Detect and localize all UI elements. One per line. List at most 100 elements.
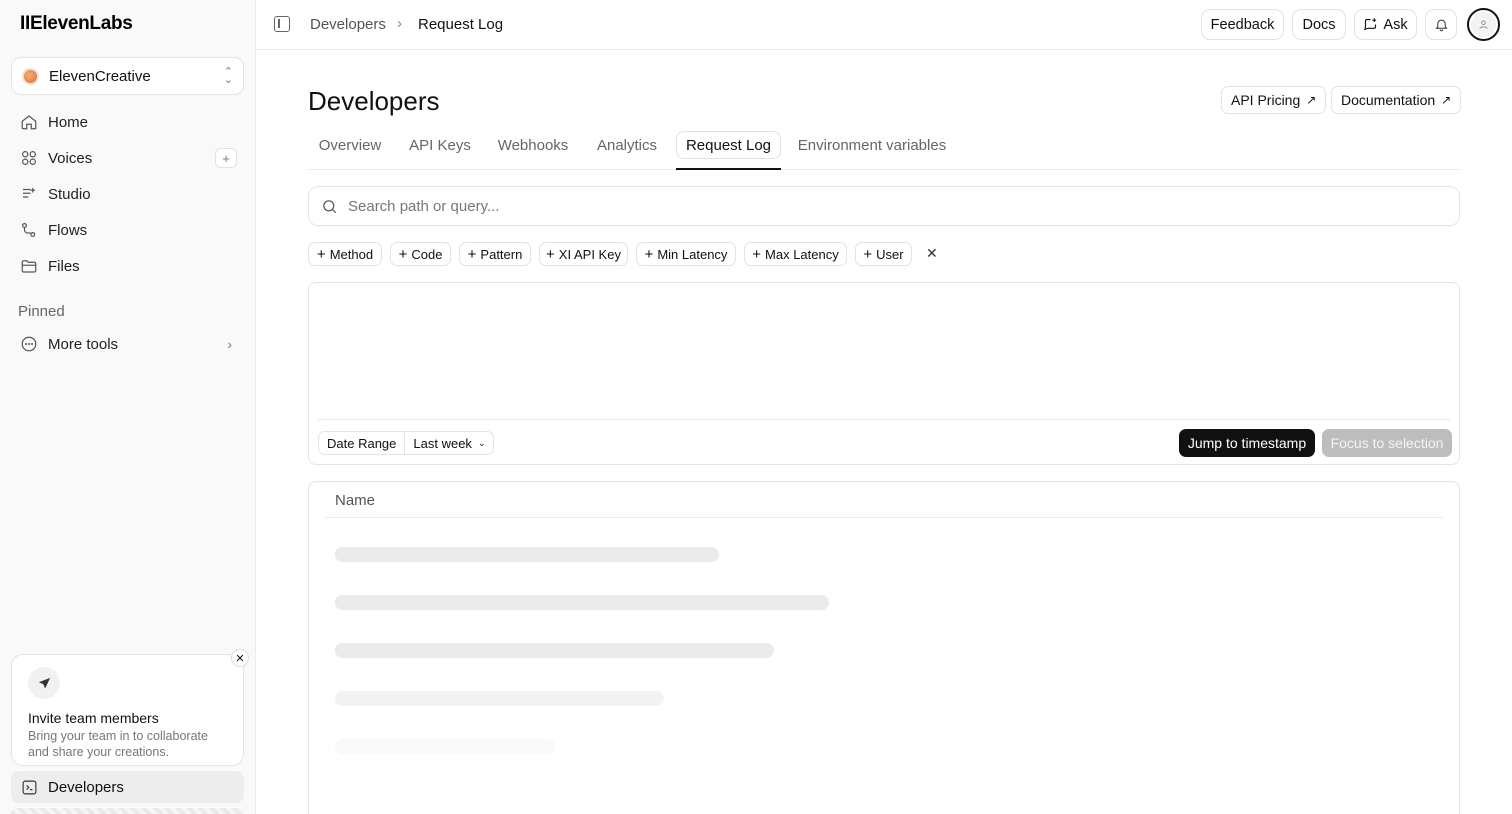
- filter-pattern-button[interactable]: + Pattern: [459, 242, 531, 266]
- tab-request-log[interactable]: Request Log: [676, 131, 781, 159]
- plus-icon: +: [863, 245, 873, 263]
- documentation-button[interactable]: Documentation ↗: [1331, 86, 1462, 114]
- tab-webhooks[interactable]: Webhooks: [488, 131, 578, 159]
- table-header-divider: [325, 517, 1443, 518]
- filter-label: Code: [411, 246, 443, 262]
- sidebar-item-home[interactable]: Home: [11, 104, 244, 140]
- request-table: Name: [308, 481, 1460, 814]
- user-icon: [1471, 12, 1496, 37]
- filter-xi-api-key-button[interactable]: + XI API Key: [539, 242, 628, 266]
- sidebar-item-voices[interactable]: Voices +: [11, 140, 244, 176]
- jump-to-timestamp-button[interactable]: Jump to timestamp: [1179, 429, 1315, 457]
- sidebar-item-studio[interactable]: Studio: [11, 176, 244, 212]
- skeleton-row: [335, 739, 555, 754]
- skeleton-row: [335, 547, 719, 562]
- voices-icon: [22, 151, 36, 165]
- skeleton-row: [335, 691, 664, 706]
- filter-method-button[interactable]: + Method: [308, 242, 382, 266]
- column-header-name[interactable]: Name: [335, 492, 375, 509]
- sidebar-toggle-icon[interactable]: [274, 16, 290, 32]
- sidebar-item-label: Studio: [48, 185, 91, 203]
- filter-label: Min Latency: [657, 246, 728, 262]
- ask-label: Ask: [1383, 16, 1408, 33]
- sidebar-item-label: Developers: [48, 778, 124, 796]
- home-icon: [21, 115, 37, 130]
- send-icon: [28, 667, 60, 699]
- tab-bar: Overview API Keys Webhooks Analytics Req…: [308, 131, 1460, 170]
- topbar: Developers › Request Log Feedback Docs A…: [256, 0, 1512, 50]
- chevron-updown-icon: ⌃ ⌄: [223, 66, 233, 86]
- sidebar-item-label: Voices: [48, 149, 93, 167]
- sidebar-item-label: Flows: [48, 221, 88, 239]
- skeleton-row: [335, 595, 829, 610]
- active-tab-indicator: [676, 168, 781, 170]
- sidebar-item-label: More tools: [48, 335, 119, 353]
- sidebar: IIElevenLabs ElevenCreative ⌃ ⌄ Home Voic…: [0, 0, 256, 814]
- chevron-down-icon: ⌄: [477, 437, 486, 448]
- tab-api-keys[interactable]: API Keys: [400, 131, 480, 159]
- pinned-heading: Pinned: [18, 303, 65, 320]
- add-voice-button[interactable]: +: [215, 148, 237, 168]
- date-range-value-text: Last week: [413, 435, 472, 451]
- page-title: Developers: [308, 86, 440, 116]
- more-tools-section: More tools ›: [11, 326, 244, 362]
- sidebar-item-developers[interactable]: Developers: [11, 771, 244, 803]
- filter-label: Pattern: [480, 246, 523, 262]
- invite-description: Bring your team in to collaborate and sh…: [28, 729, 208, 759]
- breadcrumb-separator-icon: ›: [397, 15, 402, 32]
- filter-min-latency-button[interactable]: + Min Latency: [636, 242, 736, 266]
- filter-label: Method: [329, 246, 374, 262]
- developers-icon: [22, 780, 37, 794]
- flows-icon: [22, 223, 36, 237]
- plus-icon: +: [644, 245, 654, 263]
- date-range-value[interactable]: Last week ⌄: [405, 436, 493, 451]
- filter-max-latency-button[interactable]: + Max Latency: [744, 242, 847, 266]
- bell-icon: [1434, 19, 1448, 32]
- tab-analytics[interactable]: Analytics: [586, 131, 668, 159]
- plus-icon: +: [398, 245, 408, 263]
- notifications-button[interactable]: [1425, 9, 1457, 40]
- sidebar-item-label: Home: [48, 113, 89, 131]
- search-input[interactable]: [348, 197, 1447, 215]
- docs-button[interactable]: Docs: [1292, 9, 1346, 40]
- external-link-icon: ↗: [1441, 93, 1452, 107]
- sidebar-item-files[interactable]: Files: [11, 248, 244, 284]
- elevenlabs-logo[interactable]: IIElevenLabs: [20, 13, 133, 35]
- chart-divider: [318, 419, 1450, 420]
- sidebar-item-label: Files: [48, 257, 80, 275]
- sidebar-item-flows[interactable]: Flows: [11, 212, 244, 248]
- filter-label: Max Latency: [765, 246, 839, 262]
- workspace-switcher[interactable]: ElevenCreative ⌃ ⌄: [11, 57, 244, 95]
- plus-icon: +: [467, 245, 477, 263]
- sidebar-footer-stripe: [11, 808, 244, 814]
- plus-icon: +: [752, 245, 762, 263]
- api-pricing-label: API Pricing: [1231, 92, 1301, 108]
- date-range-select[interactable]: Date Range Last week ⌄: [318, 431, 495, 455]
- skeleton-row: [335, 643, 774, 658]
- filter-code-button[interactable]: + Code: [390, 242, 451, 266]
- folder-icon: [21, 260, 37, 273]
- api-pricing-button[interactable]: API Pricing ↗: [1221, 86, 1327, 114]
- filter-user-button[interactable]: + User: [855, 242, 912, 266]
- plus-icon: +: [546, 245, 555, 263]
- tab-environment-variables[interactable]: Environment variables: [789, 131, 955, 159]
- date-range-label: Date Range: [319, 432, 406, 454]
- ask-button[interactable]: Ask: [1354, 9, 1417, 40]
- invite-card[interactable]: Invite team members Bring your team in t…: [11, 649, 249, 766]
- filter-label: XI API Key: [558, 246, 621, 262]
- sidebar-nav: Home Voices + Studio Flows Files: [11, 104, 244, 284]
- external-link-icon: ↗: [1306, 93, 1317, 107]
- clear-filters-icon[interactable]: ✕: [926, 245, 938, 262]
- feedback-button[interactable]: Feedback: [1201, 9, 1284, 40]
- workspace-avatar-icon: [22, 67, 39, 85]
- user-avatar[interactable]: [1467, 8, 1500, 41]
- request-chart-panel[interactable]: Date Range Last week ⌄ Jump to timestamp…: [308, 282, 1460, 465]
- focus-to-selection-button[interactable]: Focus to selection: [1322, 429, 1452, 457]
- more-circle-icon: [21, 336, 37, 352]
- workspace-name: ElevenCreative: [49, 67, 151, 85]
- close-icon[interactable]: ✕: [231, 649, 249, 667]
- tab-overview[interactable]: Overview: [308, 131, 392, 159]
- breadcrumb-developers[interactable]: Developers: [310, 16, 386, 33]
- sidebar-item-more-tools[interactable]: More tools ›: [11, 326, 244, 362]
- filter-label: User: [876, 246, 904, 262]
